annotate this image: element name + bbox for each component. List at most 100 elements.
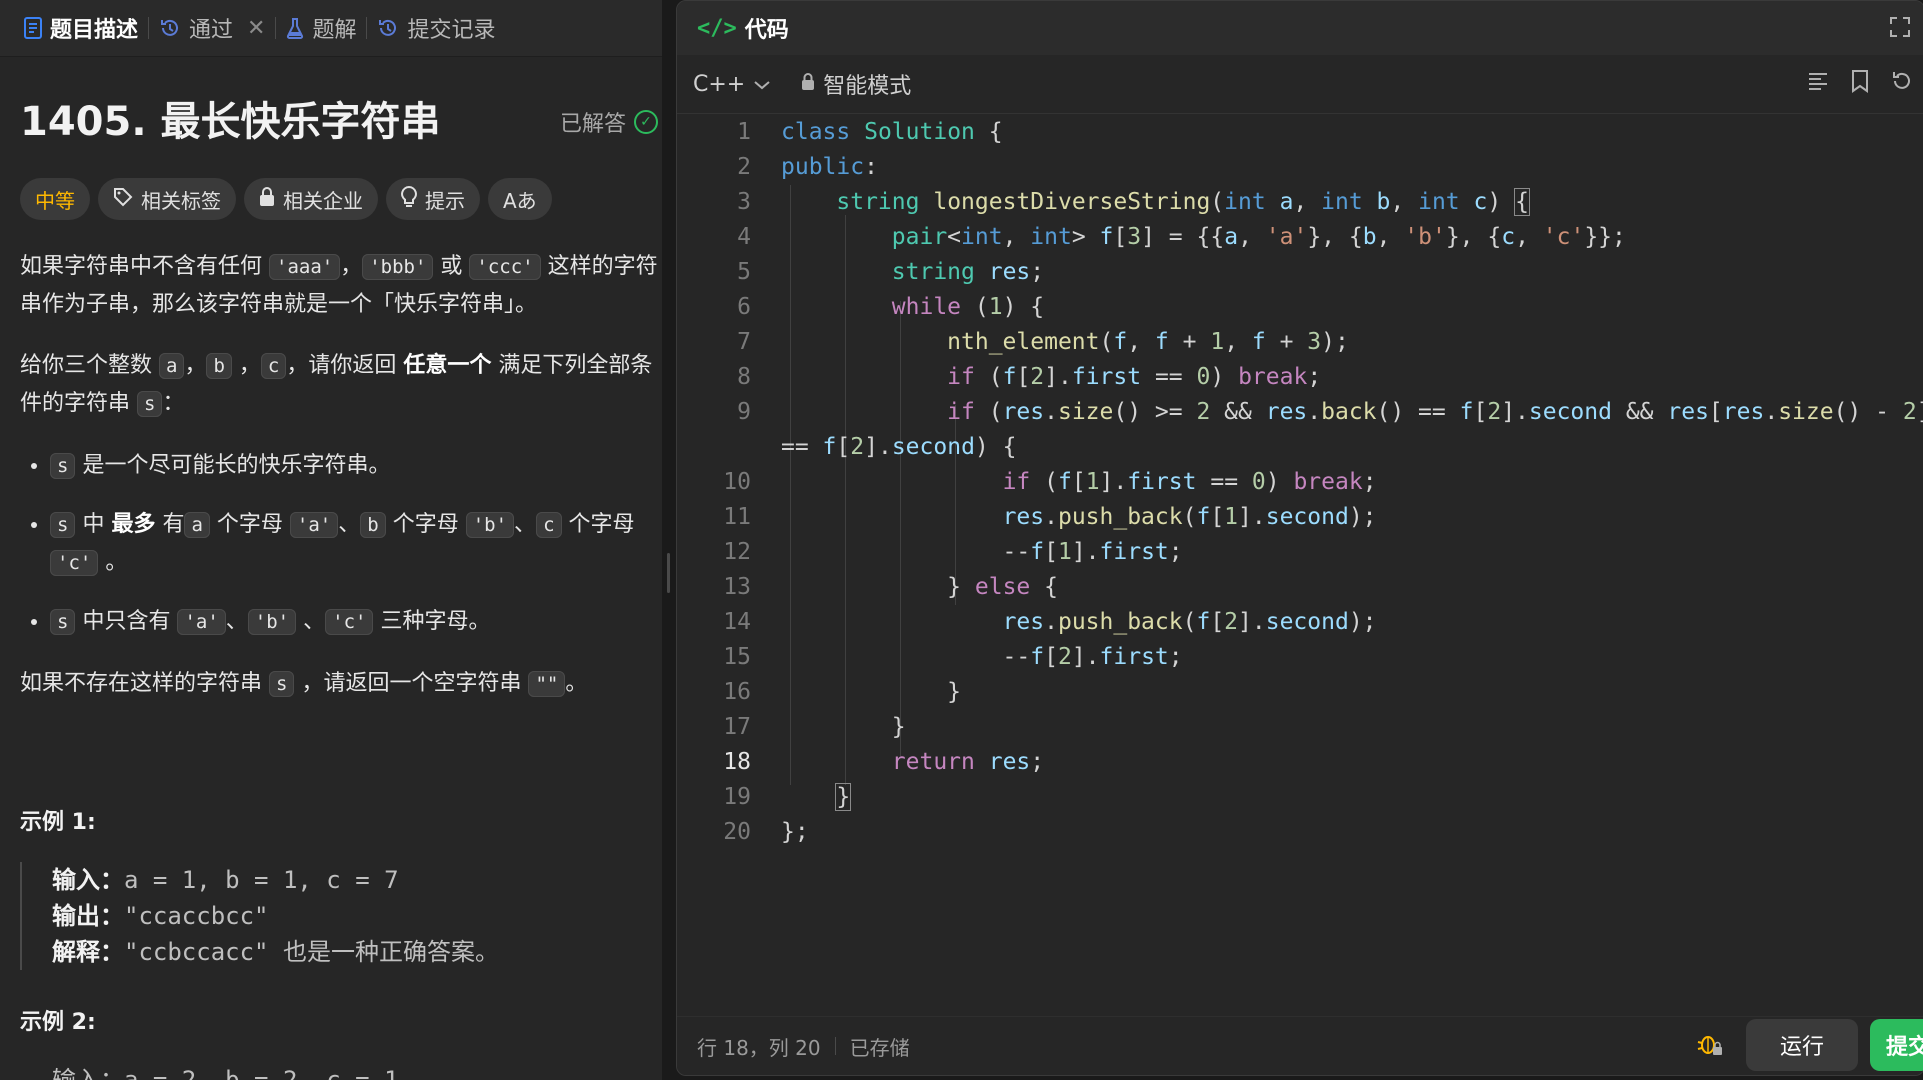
text: ，请返回一个空字符串 bbox=[294, 671, 529, 696]
line-content: nth_element(f, f + 1, f + 3); bbox=[947, 329, 1349, 355]
inline-code: 'bbb' bbox=[362, 254, 434, 280]
text: 三种字母。 bbox=[373, 609, 491, 634]
explain-label: 解释： bbox=[52, 938, 124, 966]
text: ，请你返回 bbox=[286, 353, 404, 378]
line-content: } bbox=[835, 783, 852, 811]
line-content: res.push_back(f[1].second); bbox=[1002, 504, 1377, 530]
line-number: 16 bbox=[723, 679, 751, 705]
problem-tabs: 题目描述 通过 ✕ 题解 提交记录 bbox=[0, 0, 662, 57]
bold-text: 任意一个 bbox=[403, 353, 492, 378]
text: 或 bbox=[433, 254, 470, 279]
example-explanation: 解释："ccbccacc" 也是一种正确答案。 bbox=[52, 934, 652, 970]
input-label: 输入： bbox=[52, 866, 124, 894]
text: 个字母 bbox=[561, 512, 635, 537]
problem-header: 1405. 最长快乐字符串 已解答 ✓ bbox=[20, 92, 662, 152]
example-2-input: 输入：a = 2, b = 2, c = 1 bbox=[52, 1066, 399, 1080]
tab-submissions[interactable]: 提交记录 bbox=[367, 0, 505, 56]
history-icon bbox=[377, 17, 399, 39]
line-content: } else { bbox=[781, 574, 1058, 600]
line-content: } bbox=[781, 714, 906, 740]
line-content: pair<int, int> f[3] = {{a, 'a'}, {b, 'b'… bbox=[891, 224, 1626, 250]
inline-code: 'a' bbox=[289, 512, 339, 538]
description-paragraph: 如果不存在这样的字符串 s ，请返回一个空字符串 ""。 bbox=[20, 665, 660, 703]
line-number: 2 bbox=[737, 154, 751, 180]
line-number: 20 bbox=[723, 819, 751, 845]
tab-description[interactable]: 题目描述 bbox=[14, 0, 148, 56]
lock-icon bbox=[801, 72, 815, 97]
debug-icon[interactable] bbox=[1696, 1030, 1724, 1063]
hint-button[interactable]: 提示 bbox=[386, 178, 480, 220]
tab-solutions-label: 题解 bbox=[312, 18, 357, 43]
inline-code: a bbox=[159, 353, 185, 379]
reset-icon[interactable] bbox=[1890, 69, 1914, 99]
inline-code: 'b' bbox=[465, 512, 515, 538]
line-content: }; bbox=[781, 819, 809, 845]
example-1-block: 输入：a = 1, b = 1, c = 7 输出："ccaccbcc" 解释：… bbox=[20, 862, 652, 970]
inline-code: 'c' bbox=[50, 550, 99, 576]
line-number: 14 bbox=[723, 609, 751, 635]
inline-code: b bbox=[360, 512, 386, 538]
fullscreen-icon[interactable] bbox=[1888, 15, 1912, 45]
code-editor[interactable]: 1 class Solution { 2 public: 3 string long… bbox=[677, 115, 1923, 1025]
chevron-down-icon bbox=[753, 72, 771, 97]
lightbulb-icon bbox=[401, 185, 417, 213]
code-panel-title: 代码 bbox=[744, 18, 789, 43]
problem-panel: 题目描述 通过 ✕ 题解 提交记录 1405. 最长快乐字符串 已解答 ✓ 中等… bbox=[0, 0, 662, 1080]
related-tags-button[interactable]: 相关标签 bbox=[98, 178, 236, 220]
inline-code: c bbox=[260, 353, 287, 379]
panel-resizer[interactable] bbox=[662, 0, 676, 1080]
tab-solutions[interactable]: 题解 bbox=[276, 0, 366, 56]
description-paragraph: 给你三个整数 a， b ， c ，请你返回 任意一个 满足下列全部条件的字符串 s： bbox=[20, 347, 660, 423]
resize-handle[interactable] bbox=[667, 553, 670, 593]
run-button[interactable]: 运行 bbox=[1746, 1019, 1858, 1071]
smart-mode-toggle[interactable]: 智能模式 bbox=[801, 68, 911, 100]
text: 个字母 bbox=[209, 512, 290, 537]
line-number: 4 bbox=[737, 224, 751, 250]
list-item: s 中只含有 'a'、'b' 、'c' 三种字母。 bbox=[50, 603, 660, 641]
line-content: string res; bbox=[891, 259, 1045, 285]
text: 如果不存在这样的字符串 bbox=[20, 671, 269, 696]
text: 、 bbox=[338, 512, 361, 537]
text: ， bbox=[340, 254, 363, 279]
problem-description: 如果字符串中不含有任何 'aaa'，'bbb' 或 'ccc' 这样的字符串作为… bbox=[20, 248, 660, 727]
solved-status: 已解答 ✓ bbox=[560, 106, 658, 138]
inline-code: 'c' bbox=[325, 609, 374, 635]
tab-accepted[interactable]: 通过 ✕ bbox=[149, 0, 275, 56]
input-value: a = 1, b = 1, c = 7 bbox=[124, 866, 399, 894]
language-select[interactable]: C++ bbox=[693, 72, 771, 97]
line-number: 18 bbox=[723, 749, 751, 775]
text: 是一个尽可能长的快乐字符串。 bbox=[75, 453, 391, 478]
translate-button[interactable]: Aあ bbox=[488, 178, 552, 220]
tab-submissions-label: 提交记录 bbox=[407, 18, 496, 43]
inline-code: s bbox=[269, 671, 295, 697]
inline-code: c bbox=[536, 512, 562, 538]
text: 如果字符串中不含有任何 bbox=[20, 254, 269, 279]
line-content: if (f[2].first == 0) break; bbox=[947, 364, 1322, 390]
line-content: res.push_back(f[2].second); bbox=[1002, 609, 1377, 635]
inline-code: a bbox=[184, 512, 210, 538]
format-icon[interactable] bbox=[1806, 69, 1830, 99]
line-content: public: bbox=[781, 154, 878, 180]
line-content: class Solution { bbox=[781, 119, 1003, 145]
lock-icon bbox=[259, 186, 275, 212]
text: 给你三个整数 bbox=[20, 353, 159, 378]
line-number: 12 bbox=[723, 539, 751, 565]
list-item: s 中 最多 有a 个字母 'a'、b 个字母 'b'、c 个字母 'c' 。 bbox=[50, 506, 660, 582]
text: 、 bbox=[296, 609, 326, 634]
output-label: 输出： bbox=[52, 902, 124, 930]
line-number: 11 bbox=[723, 504, 751, 530]
bookmark-icon[interactable] bbox=[1850, 69, 1870, 99]
editor-tools bbox=[1806, 69, 1914, 99]
text: 、 bbox=[514, 512, 537, 537]
inline-code: 'ccc' bbox=[469, 254, 541, 280]
inline-code: 'b' bbox=[247, 609, 297, 635]
close-icon[interactable]: ✕ bbox=[247, 16, 265, 41]
difficulty-badge: 中等 bbox=[20, 178, 90, 220]
text: 中 bbox=[75, 512, 112, 537]
inline-code: s bbox=[137, 391, 163, 417]
text: 、 bbox=[225, 609, 248, 634]
submit-button[interactable]: 提交 bbox=[1870, 1019, 1923, 1071]
related-companies-button[interactable]: 相关企业 bbox=[244, 178, 378, 220]
line-content: string longestDiverseString(int a, int b… bbox=[836, 188, 1530, 216]
code-panel-header: </> 代码 bbox=[677, 1, 1923, 55]
